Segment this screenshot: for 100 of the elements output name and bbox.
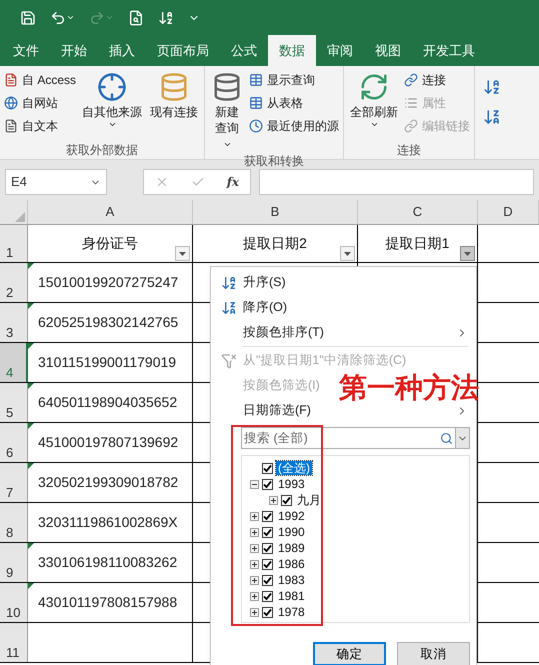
ribbon-tab[interactable]: 视图 [364, 35, 412, 66]
column-header[interactable]: B [193, 200, 358, 224]
table-header-cell-text: 身份证号 [82, 234, 138, 253]
ribbon-large-button[interactable]: 现有连接 [148, 70, 200, 141]
expand-icon[interactable] [269, 496, 278, 504]
table-cell-text: 150100199207275247 [38, 273, 178, 292]
row-header[interactable]: 3 [0, 303, 28, 342]
crosshair-icon [97, 72, 128, 102]
table-cell-text: 32031119861002869X [38, 513, 178, 532]
expand-icon[interactable] [250, 544, 259, 552]
row-header[interactable]: 8 [0, 503, 28, 542]
table-cell-text: 310115199001179019 [38, 353, 176, 372]
tree-item[interactable]: 1986 [276, 557, 307, 571]
ribbon-tab[interactable]: 审阅 [316, 35, 364, 66]
collapse-icon[interactable] [250, 480, 259, 488]
ribbon-tab[interactable]: 数据 [268, 35, 316, 66]
checkbox[interactable] [262, 542, 273, 554]
expand-icon[interactable] [250, 576, 259, 584]
column-header[interactable]: A [28, 200, 193, 224]
caret-icon [344, 252, 351, 256]
menu-item[interactable]: 降序(O) [243, 298, 288, 317]
caret-icon[interactable] [370, 120, 379, 129]
expand-icon[interactable] [250, 608, 259, 616]
checkbox[interactable] [262, 462, 273, 474]
table-cell-text: 430101197808157988 [38, 593, 178, 612]
row-header[interactable]: 2 [0, 263, 28, 302]
expand-icon[interactable] [250, 528, 259, 536]
menu-item[interactable]: 按颜色排序(T) [243, 323, 324, 342]
column-header[interactable]: C [358, 200, 478, 224]
ribbon-button[interactable]: 自网站 [4, 93, 76, 113]
ribbon-large-button[interactable]: 自其他来源 [80, 70, 144, 141]
tree-item[interactable]: 1983 [276, 573, 307, 587]
expand-icon[interactable] [250, 512, 259, 520]
formula-input[interactable] [259, 169, 534, 195]
tree-item[interactable]: 1989 [276, 541, 307, 555]
tree-item[interactable]: 1990 [276, 525, 307, 539]
database-icon [159, 72, 190, 102]
table-cell-text: 640501198904035652 [38, 393, 178, 412]
ribbon-tab[interactable]: 文件 [2, 35, 50, 66]
checkbox[interactable] [281, 494, 292, 506]
tree-item[interactable]: 1992 [276, 509, 307, 523]
checkbox[interactable] [262, 478, 273, 490]
checkbox[interactable] [262, 574, 273, 586]
tree-item[interactable]: 1993 [276, 477, 307, 491]
ribbon-button[interactable]: 自 Access [4, 70, 76, 90]
row-header[interactable]: 7 [0, 463, 28, 502]
name-box[interactable]: E4 [5, 169, 107, 195]
ribbon-large-button[interactable]: 全部刷新 [348, 70, 400, 141]
menu-item[interactable]: 升序(S) [243, 273, 286, 292]
ribbon-button[interactable]: 连接 [404, 70, 470, 90]
globe-icon [4, 96, 18, 110]
checkbox[interactable] [262, 606, 273, 618]
link-icon [404, 73, 418, 87]
expand-icon[interactable] [250, 592, 259, 600]
dialog-button[interactable]: 确定 [313, 642, 386, 665]
ribbon-tab[interactable]: 插入 [98, 35, 146, 66]
checkbox[interactable] [262, 558, 273, 570]
ribbon-button[interactable]: 从表格 [249, 93, 340, 113]
filter-button[interactable] [460, 246, 475, 261]
row-header[interactable]: 9 [0, 543, 28, 582]
row-header[interactable]: 6 [0, 423, 28, 462]
search-field[interactable]: 搜索 (全部) [241, 427, 470, 449]
ribbon-button[interactable]: 显示查询 [249, 70, 340, 90]
tree-item[interactable]: 1978 [276, 605, 307, 619]
column-header[interactable]: D [478, 200, 539, 224]
checkbox[interactable] [262, 510, 273, 522]
tree-item[interactable]: (全选) [276, 461, 312, 475]
ribbon-button[interactable]: 自文本 [4, 116, 76, 136]
checkbox[interactable] [262, 526, 273, 538]
search-icon [440, 432, 453, 444]
menu-item[interactable]: 日期筛选(F) [243, 401, 311, 420]
tree-item[interactable]: 1981 [276, 589, 307, 603]
sort-ascending-icon[interactable] [483, 78, 502, 96]
ribbon-tab[interactable]: 开始 [50, 35, 98, 66]
ribbon-large-button[interactable]: 新建查询 [209, 70, 246, 152]
undo-icon[interactable] [50, 10, 66, 26]
dialog-button[interactable]: 取消 [397, 642, 470, 665]
ribbon-tab[interactable]: 公式 [220, 35, 268, 66]
row-header[interactable]: 10 [0, 583, 28, 622]
table-cell-text: 330106198110083262 [38, 553, 178, 572]
row-header[interactable]: 5 [0, 383, 28, 422]
filter-button[interactable] [340, 246, 355, 261]
save-icon[interactable] [20, 10, 36, 26]
insert-function-button[interactable]: fx [226, 173, 240, 191]
print-preview-icon[interactable] [128, 10, 144, 26]
sort-descending-icon[interactable] [483, 108, 502, 126]
clear-filter-icon [221, 352, 237, 368]
ribbon-tab[interactable]: 开发工具 [412, 35, 486, 66]
ribbon-tab[interactable]: 页面布局 [146, 35, 220, 66]
expand-icon[interactable] [250, 560, 259, 568]
sort-icon[interactable] [158, 10, 174, 26]
caret-icon[interactable] [108, 120, 117, 129]
ribbon-button[interactable]: 最近使用的源 [249, 116, 340, 136]
tree-item[interactable]: 九月 [295, 493, 323, 507]
checkbox[interactable] [262, 590, 273, 602]
table-cell-text: 451000197807139692 [38, 433, 178, 452]
row-header[interactable]: 4 [0, 343, 28, 382]
filter-button[interactable] [175, 246, 190, 261]
row-header[interactable]: 11 [0, 623, 28, 662]
row-header[interactable]: 1 [0, 225, 28, 262]
